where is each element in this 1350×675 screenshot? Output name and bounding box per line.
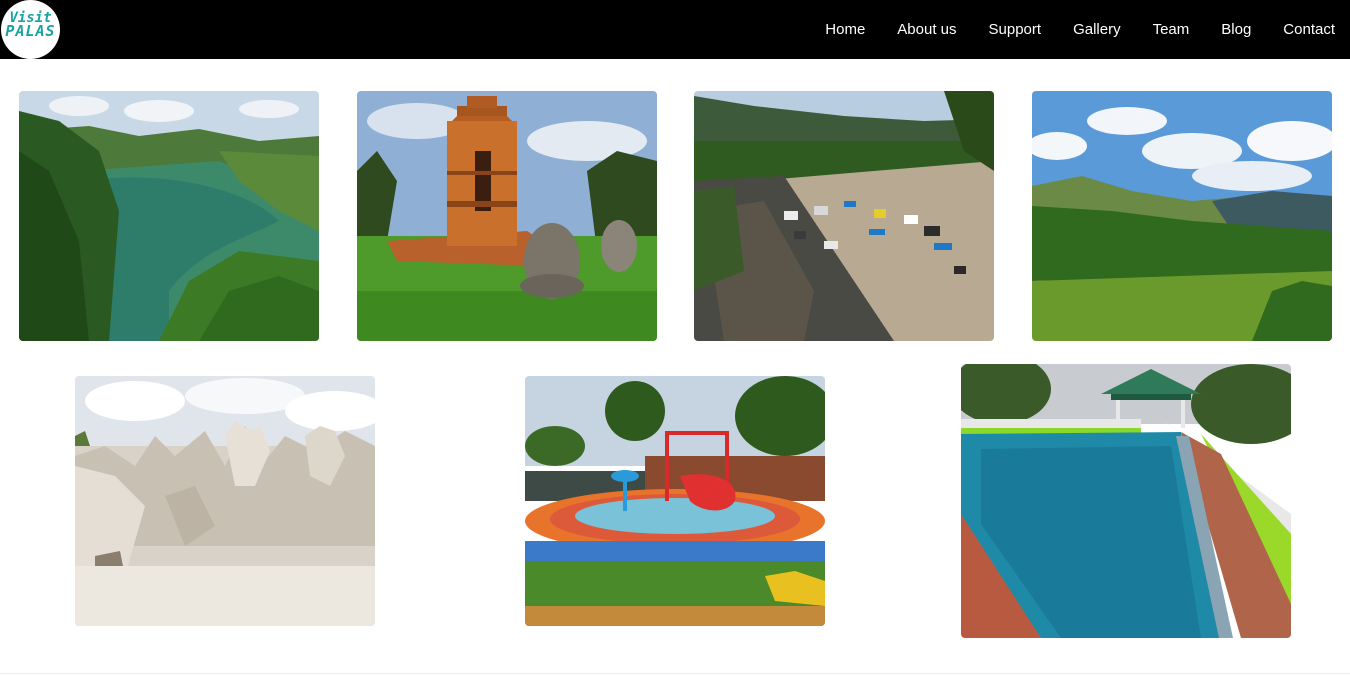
gallery-image-water-park[interactable] xyxy=(525,376,825,626)
hill-lake-photo xyxy=(1032,91,1332,341)
gallery-image-river[interactable] xyxy=(694,91,994,341)
nav-menu: Home About us Support Gallery Team Blog … xyxy=(825,0,1335,59)
nav-link-team[interactable]: Team xyxy=(1153,21,1190,38)
site-logo[interactable]: Visit PALAS xyxy=(1,0,60,59)
top-navbar: Visit PALAS Home About us Support Galler… xyxy=(0,0,1350,59)
nav-link-gallery[interactable]: Gallery xyxy=(1073,21,1121,38)
gallery-image-rock-formations[interactable] xyxy=(75,376,375,626)
nav-link-blog[interactable]: Blog xyxy=(1221,21,1251,38)
nav-link-contact[interactable]: Contact xyxy=(1283,21,1335,38)
gallery-image-temple[interactable] xyxy=(357,91,657,341)
rock-formations-photo xyxy=(75,376,375,626)
nav-link-home[interactable]: Home xyxy=(825,21,865,38)
river-photo xyxy=(694,91,994,341)
temple-photo xyxy=(357,91,657,341)
nav-link-support[interactable]: Support xyxy=(989,21,1042,38)
logo-text-palas: PALAS xyxy=(5,22,56,40)
gallery-image-hill-lake[interactable] xyxy=(1032,91,1332,341)
footer-divider xyxy=(0,673,1350,674)
photo-gallery xyxy=(0,59,1350,675)
water-park-photo xyxy=(525,376,825,626)
lake-photo xyxy=(19,91,319,341)
gallery-image-pool[interactable] xyxy=(961,364,1291,638)
pool-photo xyxy=(961,364,1291,638)
gallery-image-lake[interactable] xyxy=(19,91,319,341)
nav-link-about[interactable]: About us xyxy=(897,21,956,38)
